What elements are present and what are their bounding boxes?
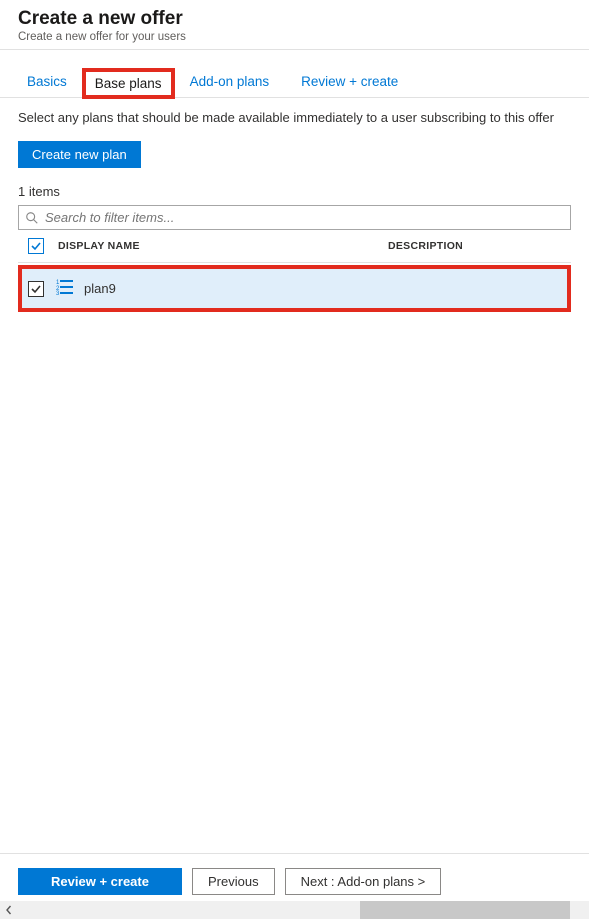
footer-bar: Review + create Previous Next : Add-on p…: [0, 853, 589, 895]
create-new-plan-button[interactable]: Create new plan: [18, 141, 141, 168]
review-create-button[interactable]: Review + create: [18, 868, 182, 895]
items-count: 1 items: [18, 184, 571, 199]
content-area: Select any plans that should be made ava…: [0, 98, 589, 312]
tab-base-plans[interactable]: Base plans: [82, 68, 175, 99]
page-subtitle: Create a new offer for your users: [18, 31, 571, 43]
tab-basics[interactable]: Basics: [18, 68, 76, 97]
highlighted-row: 1 2 3 plan9: [18, 265, 571, 312]
table-row[interactable]: 1 2 3 plan9: [22, 269, 567, 308]
tab-review-create[interactable]: Review + create: [292, 68, 407, 97]
page-title: Create a new offer: [18, 8, 571, 30]
row-checkbox[interactable]: [28, 281, 44, 297]
tab-bar: Basics Base plans Add-on plans Review + …: [0, 68, 589, 98]
search-icon: [25, 211, 39, 225]
column-display-name[interactable]: DISPLAY NAME: [58, 240, 388, 252]
scroll-left-icon[interactable]: [0, 901, 18, 919]
column-description[interactable]: DESCRIPTION: [388, 240, 463, 252]
horizontal-scrollbar[interactable]: [0, 901, 589, 919]
plan-list-icon: 1 2 3: [56, 279, 74, 298]
previous-button[interactable]: Previous: [192, 868, 275, 895]
next-button[interactable]: Next : Add-on plans >: [285, 868, 442, 895]
svg-text:3: 3: [56, 291, 60, 295]
plans-table: DISPLAY NAME DESCRIPTION 1 2 3: [18, 230, 571, 312]
table-header-row: DISPLAY NAME DESCRIPTION: [18, 230, 571, 263]
search-input[interactable]: [45, 210, 564, 225]
search-box[interactable]: [18, 205, 571, 230]
page-header: Create a new offer Create a new offer fo…: [0, 0, 589, 50]
tab-addon-plans[interactable]: Add-on plans: [181, 68, 279, 97]
scroll-thumb[interactable]: [360, 901, 570, 919]
select-all-checkbox[interactable]: [28, 238, 44, 254]
instruction-text: Select any plans that should be made ava…: [18, 110, 571, 125]
row-display-name: plan9: [84, 281, 116, 296]
